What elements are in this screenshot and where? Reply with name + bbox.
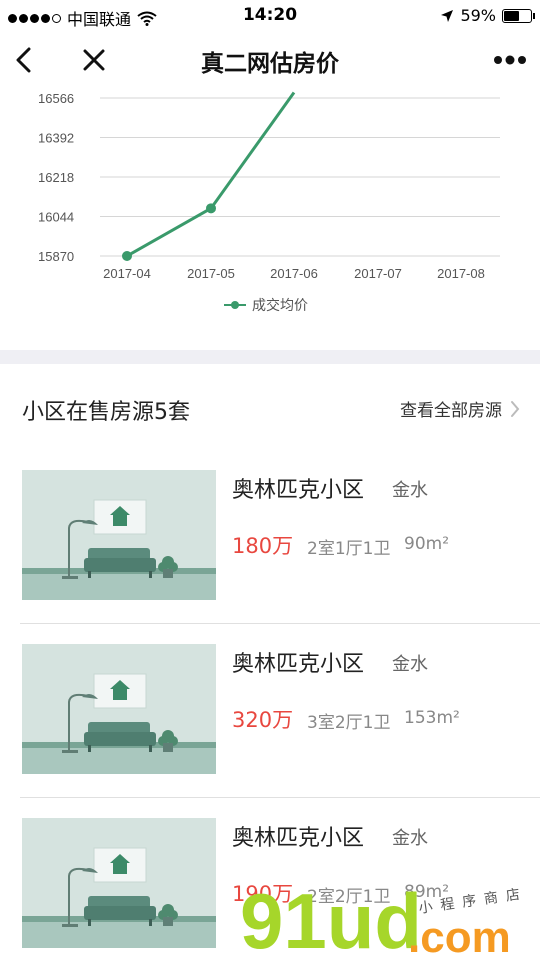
watermark-domain: .com [408,913,511,960]
y-tick-label: 16392 [38,131,74,146]
view-all-listings-link[interactable]: 查看全部房源 [400,396,520,421]
listing-district: 金水 [392,828,428,849]
price-chart: 15870 16044 16218 16392 16566 2017-04 2017-05 2… [0,88,540,350]
y-tick-label: 16218 [38,170,74,185]
price-line-chart: 15870 16044 16218 16392 16566 2017-04 2017-05 2… [38,91,500,314]
listing-layout: 3室2厅1卫 [307,713,391,733]
listing-size: 90m² [404,534,450,554]
watermark-brand: 91ud [240,880,422,960]
listing-name: 奥林匹克小区 [232,652,365,677]
chevron-right-icon [511,400,520,417]
listing-price: 180万 [232,534,294,558]
x-tick-label: 2017-06 [270,266,318,281]
listing-thumbnail [22,644,216,774]
nav-bar: 真二网估房价 [0,32,540,88]
listing-thumbnail [22,818,216,948]
battery-percent: 59% [460,6,496,25]
status-bar: 中国联通 14:20 59% [0,0,540,32]
data-point [206,203,216,214]
x-tick-label: 2017-04 [103,266,151,281]
data-point [122,251,132,261]
listing-name: 奥林匹克小区 [232,826,365,851]
listing-size: 153m² [404,708,460,728]
listing-item[interactable]: 奥林匹克小区 金水 320万 3室2厅1卫 153m² [0,624,540,798]
y-tick-label: 16566 [38,91,74,106]
listing-name: 奥林匹克小区 [232,478,365,503]
legend-marker [231,301,239,309]
battery-icon [502,8,535,23]
y-tick-label: 15870 [38,249,74,264]
listing-district: 金水 [392,654,428,675]
listings-header: 小区在售房源5套 查看全部房源 [0,364,540,450]
listing-item[interactable]: 奥林匹克小区 金水 180万 2室1厅1卫 90m² [0,450,540,624]
section-title: 小区在售房源5套 [22,400,190,425]
listing-district: 金水 [392,480,428,501]
battery-fill [504,10,520,21]
x-tick-label: 2017-05 [187,266,235,281]
location-arrow-icon [441,9,454,22]
x-tick-label: 2017-08 [437,266,485,281]
more-icon [494,55,526,65]
more-button[interactable] [490,40,530,80]
page-title: 真二网估房价 [201,51,339,77]
listing-price: 320万 [232,708,294,732]
view-all-label: 查看全部房源 [400,401,502,421]
watermark-logo: 91ud .com 小程序商店 [240,880,529,960]
legend-label: 成交均价 [252,297,308,314]
listing-thumbnail [22,470,216,600]
series-line [126,91,296,258]
y-tick-label: 16044 [38,210,74,225]
listing-layout: 2室1厅1卫 [307,539,391,559]
x-tick-label: 2017-07 [354,266,402,281]
section-divider [0,350,540,364]
